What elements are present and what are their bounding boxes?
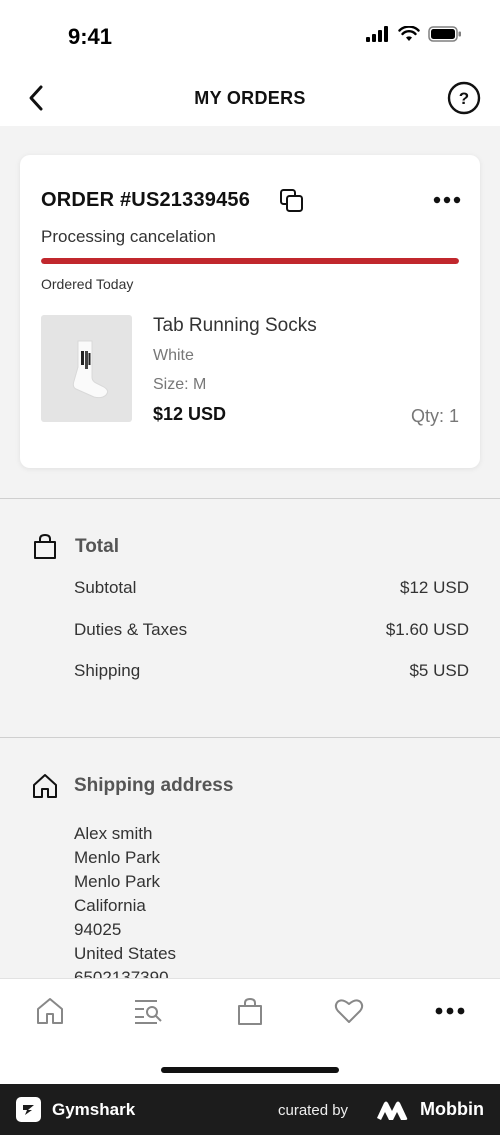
product-quantity: Qty: 1 xyxy=(410,406,459,426)
search-list-icon xyxy=(135,1000,162,1024)
shipping-cost-label: Shipping xyxy=(74,661,141,680)
signal-icon xyxy=(366,26,388,42)
bag-icon xyxy=(238,997,262,1025)
tab-bag[interactable] xyxy=(234,995,266,1027)
copy-order-number-button[interactable] xyxy=(278,187,306,215)
subtotal-label: Subtotal xyxy=(74,578,137,597)
product-price: $12 USD xyxy=(153,404,227,424)
product-name[interactable]: Tab Running Socks xyxy=(153,315,317,337)
status-time: 9:41 xyxy=(68,24,113,49)
address-line: Menlo Park xyxy=(74,872,160,891)
mobbin-logo-icon xyxy=(377,1101,408,1120)
divider xyxy=(0,737,500,738)
battery-icon xyxy=(428,26,461,42)
subtotal-value: $12 USD xyxy=(400,578,469,597)
address-line: United States xyxy=(74,944,177,963)
duties-label: Duties & Taxes xyxy=(74,620,188,639)
copy-icon xyxy=(280,189,303,212)
order-card[interactable]: ORDER #US21339456 Processing cancelation… xyxy=(20,155,480,468)
product-image[interactable] xyxy=(41,315,132,422)
tab-search[interactable] xyxy=(132,995,164,1027)
order-progress-fill xyxy=(41,258,459,264)
help-button[interactable]: ? xyxy=(446,80,482,116)
status-bar: 9:41 xyxy=(0,0,500,70)
address-line: 94025 xyxy=(74,920,122,939)
order-progress-bar xyxy=(41,258,459,264)
shopping-bag-icon xyxy=(34,533,56,559)
shipping-address-title: Shipping address xyxy=(74,775,234,796)
address-line: California xyxy=(74,896,146,915)
footer-curated-label: curated by xyxy=(278,1102,349,1119)
footer-app-name: Gymshark xyxy=(52,1100,136,1119)
footer-brand-name: Mobbin xyxy=(420,1099,484,1119)
more-icon xyxy=(435,1007,465,1015)
home-icon xyxy=(37,998,63,1024)
sock-image xyxy=(72,340,108,398)
tab-bar xyxy=(0,978,500,1084)
address-line: Menlo Park xyxy=(74,848,160,867)
address-line: Alex smith xyxy=(74,824,153,843)
svg-text:?: ? xyxy=(459,89,469,108)
nav-bar: MY ORDERS ? xyxy=(0,70,500,126)
home-icon xyxy=(33,774,57,798)
order-more-button[interactable] xyxy=(432,189,462,211)
home-indicator xyxy=(161,1067,339,1073)
tab-home[interactable] xyxy=(34,995,66,1027)
gymshark-logo-icon xyxy=(16,1097,41,1122)
ordered-date: Ordered Today xyxy=(41,276,134,292)
total-title: Total xyxy=(75,536,119,557)
attribution-footer: Gymshark curated by Mobbin xyxy=(0,1084,500,1135)
divider xyxy=(0,498,500,499)
product-color: White xyxy=(153,347,194,364)
tab-more[interactable] xyxy=(434,995,466,1027)
shipping-cost-value: $5 USD xyxy=(409,661,469,680)
tab-wishlist[interactable] xyxy=(333,995,365,1027)
order-number: ORDER #US21339456 xyxy=(41,189,251,211)
more-icon xyxy=(433,196,461,204)
duties-value: $1.60 USD xyxy=(385,620,469,639)
order-status: Processing cancelation xyxy=(41,227,216,246)
help-circle-icon: ? xyxy=(447,81,481,115)
status-icons xyxy=(366,26,462,42)
product-size: Size: M xyxy=(153,376,207,393)
heart-icon xyxy=(334,999,364,1023)
wifi-icon xyxy=(398,26,420,41)
page-title: MY ORDERS xyxy=(194,88,306,108)
